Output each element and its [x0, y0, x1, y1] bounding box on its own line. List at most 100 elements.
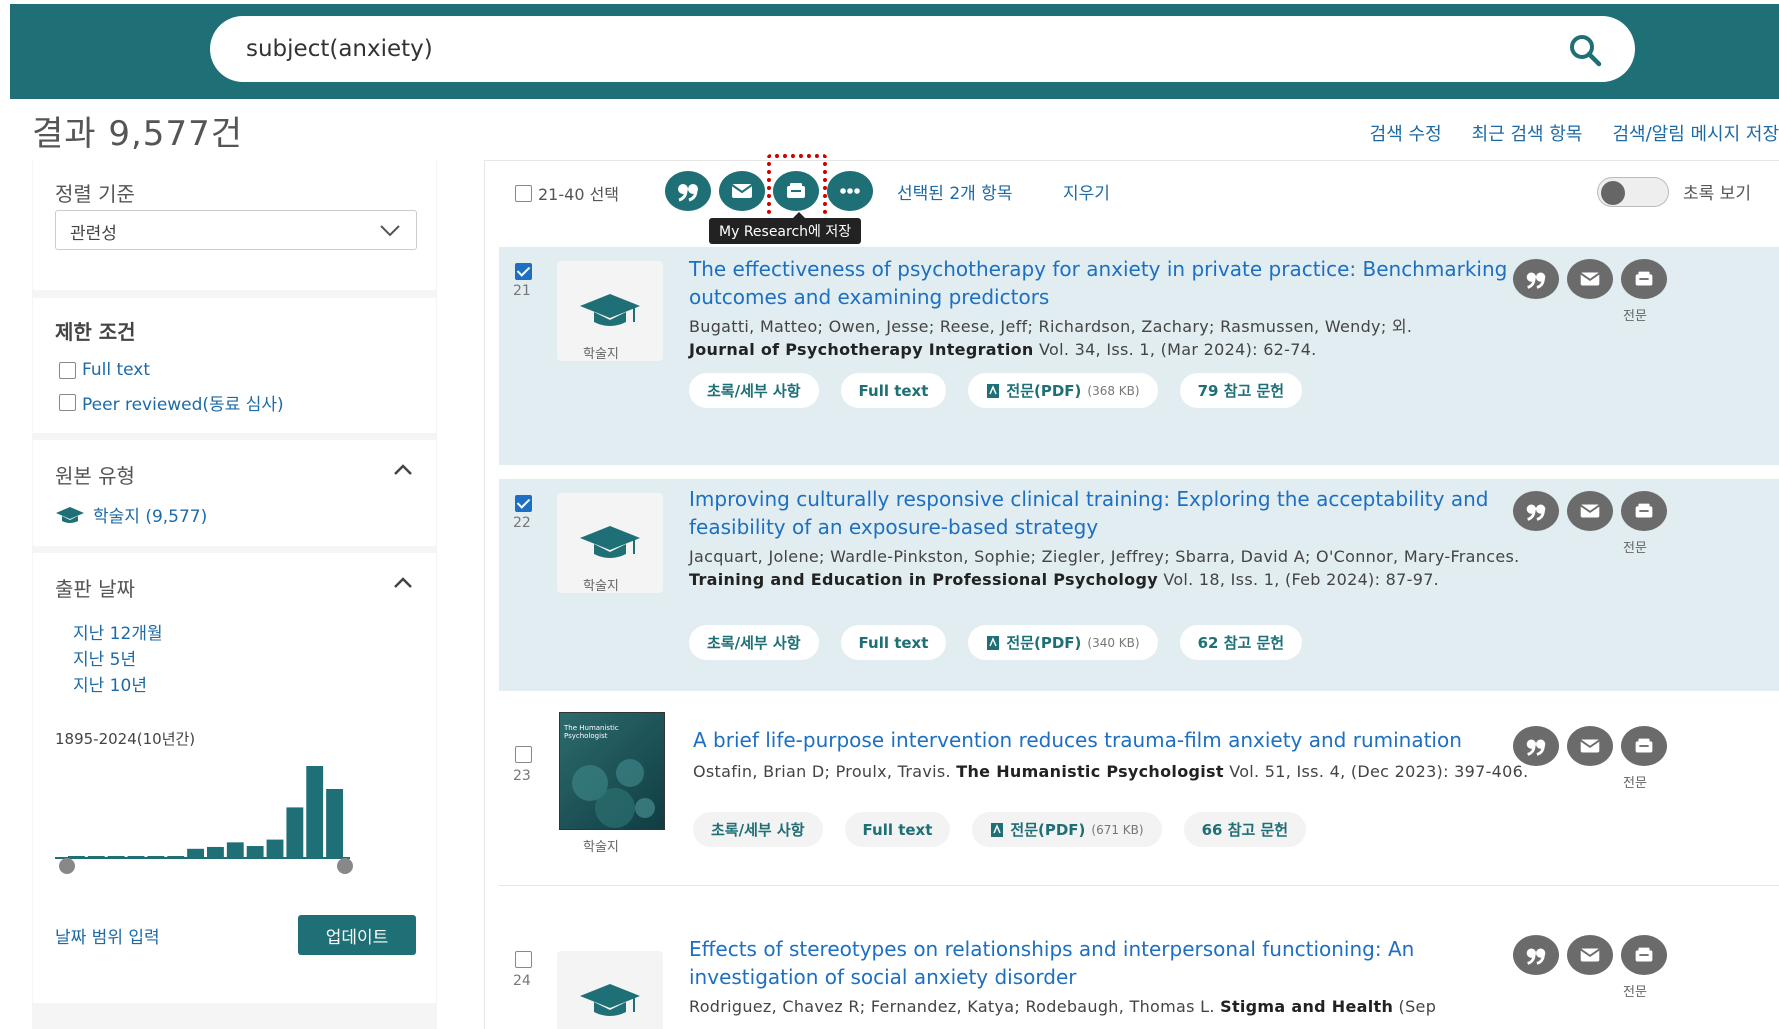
ellipsis-icon: [840, 188, 860, 194]
modify-search-link[interactable]: 검색 수정: [1370, 120, 1442, 146]
references-link[interactable]: 66 참고 문헌: [1183, 812, 1307, 847]
item-email-button[interactable]: [1567, 491, 1613, 531]
pdf-size: (671 KB): [1091, 822, 1144, 837]
range-end-handle[interactable]: [337, 858, 353, 874]
envelope-icon: [1580, 272, 1600, 286]
folder-save-icon: [1635, 271, 1653, 286]
select-range-checkbox[interactable]: [515, 184, 532, 202]
fulltext-tag: 전문: [1623, 985, 1647, 1000]
abstract-details-link[interactable]: 초록/세부 사항: [689, 373, 819, 408]
result-title[interactable]: Improving culturally responsive clinical…: [689, 485, 1509, 541]
histogram-bar: [147, 856, 165, 858]
item-save-button[interactable]: [1621, 935, 1667, 975]
pdf-link[interactable]: 전문(PDF) (671 KB): [972, 812, 1162, 847]
header-bar: [10, 4, 1779, 99]
limit-peer-reviewed[interactable]: Peer reviewed(동료 심사): [59, 390, 284, 415]
cite-button[interactable]: [665, 171, 711, 211]
item-cite-button[interactable]: [1513, 259, 1559, 299]
item-save-button[interactable]: [1621, 491, 1667, 531]
result-title[interactable]: Effects of stereotypes on relationships …: [689, 935, 1509, 991]
item-action-icons: [1513, 491, 1667, 531]
select-range-label: 21-40 선택: [538, 185, 620, 204]
results-toolbar: 21-40 선택 My Research에 저장 선택된 2개 항목 지우기 초…: [485, 154, 1779, 244]
source-type-journal[interactable]: 학술지 (9,577): [55, 502, 207, 527]
result-title[interactable]: The effectiveness of psychotherapy for a…: [689, 255, 1509, 311]
references-link[interactable]: 79 참고 문헌: [1179, 373, 1303, 408]
more-actions-button[interactable]: [827, 171, 873, 211]
item-cite-button[interactable]: [1513, 935, 1559, 975]
references-link[interactable]: 62 참고 문헌: [1179, 625, 1303, 660]
folder-save-icon: [1635, 503, 1653, 518]
chevron-up-icon[interactable]: [392, 462, 414, 478]
pdf-label: 전문(PDF): [1006, 634, 1082, 652]
result-journal: The Humanistic Psychologist: [956, 762, 1224, 781]
item-save-button[interactable]: [1621, 726, 1667, 766]
fulltext-link[interactable]: Full text: [844, 812, 951, 847]
result-checkbox[interactable]: [515, 263, 532, 280]
date-range-input-link[interactable]: 날짜 범위 입력: [55, 923, 160, 948]
date-histogram[interactable]: [55, 758, 375, 878]
search-box[interactable]: [210, 16, 1635, 82]
journal-thumbnail[interactable]: [557, 951, 663, 1029]
page: 결과 9,577건 검색 수정 최근 검색 항목 검색/알림 메시지 저장 정렬…: [0, 0, 1779, 1029]
item-action-icons: [1513, 935, 1667, 975]
results-panel: 21-40 선택 My Research에 저장 선택된 2개 항목 지우기 초…: [484, 154, 1779, 1029]
date-last-12-months[interactable]: 지난 12개월: [73, 619, 163, 644]
histogram-bar: [326, 789, 343, 858]
result-number: 22: [513, 515, 531, 531]
email-button[interactable]: [719, 171, 765, 211]
limit-peer-reviewed-checkbox[interactable]: [59, 394, 76, 411]
limit-fulltext-label: Full text: [82, 360, 151, 380]
recent-searches-link[interactable]: 최근 검색 항목: [1472, 120, 1583, 146]
result-journal: Journal of Psychotherapy Integration: [689, 340, 1034, 359]
selected-items-link[interactable]: 선택된 2개 항목: [897, 179, 1012, 204]
result-checkbox[interactable]: [515, 951, 532, 968]
histogram-bar: [187, 848, 204, 858]
clear-selection-link[interactable]: 지우기: [1063, 179, 1110, 204]
result-checkbox[interactable]: [515, 495, 532, 512]
item-cite-button[interactable]: [1513, 491, 1559, 531]
item-cite-button[interactable]: [1513, 726, 1559, 766]
save-search-alert-link[interactable]: 검색/알림 메시지 저장: [1612, 120, 1779, 146]
histogram-bar: [68, 856, 85, 858]
pdf-link[interactable]: 전문(PDF) (340 KB): [968, 625, 1158, 660]
pdf-label: 전문(PDF): [1006, 382, 1082, 400]
update-button[interactable]: 업데이트: [298, 915, 416, 955]
histogram-bar: [127, 856, 145, 858]
quote-icon: [1526, 504, 1546, 521]
envelope-icon: [731, 184, 753, 198]
fulltext-link[interactable]: Full text: [840, 625, 947, 660]
select-range[interactable]: 21-40 선택: [515, 181, 619, 205]
limit-peer-reviewed-label: Peer reviewed(동료 심사): [82, 395, 284, 415]
result-checkbox[interactable]: [515, 746, 532, 763]
date-last-5-years[interactable]: 지난 5년: [73, 645, 136, 670]
fulltext-link[interactable]: Full text: [840, 373, 947, 408]
range-start-handle[interactable]: [59, 858, 75, 874]
envelope-icon: [1580, 739, 1600, 753]
item-email-button[interactable]: [1567, 726, 1613, 766]
search-icon[interactable]: [1567, 32, 1603, 68]
item-email-button[interactable]: [1567, 935, 1613, 975]
date-last-10-years[interactable]: 지난 10년: [73, 671, 147, 696]
journal-cover-image[interactable]: The Humanistic Psychologist: [559, 712, 665, 830]
abstract-toggle[interactable]: [1597, 177, 1669, 207]
sort-select[interactable]: 관련성: [55, 210, 417, 250]
limit-section: 제한 조건 Full text Peer reviewed(동료 심사): [33, 298, 436, 433]
result-authors: Jacquart, Jolene; Wardle-Pinkston, Sophi…: [689, 547, 1520, 566]
toggle-knob: [1601, 181, 1625, 205]
item-save-button[interactable]: [1621, 259, 1667, 299]
result-citation: Rodriguez, Chavez R; Fernandez, Katya; R…: [689, 995, 1559, 1018]
abstract-details-link[interactable]: 초록/세부 사항: [693, 812, 823, 847]
abstract-toggle-label: 초록 보기: [1683, 184, 1751, 204]
pdf-link[interactable]: 전문(PDF) (368 KB): [968, 373, 1158, 408]
chevron-up-icon[interactable]: [392, 575, 414, 591]
limit-fulltext[interactable]: Full text: [59, 360, 150, 380]
date-range-label: 1895-2024(10년간): [55, 730, 196, 748]
histogram-bar: [87, 856, 105, 858]
abstract-details-link[interactable]: 초록/세부 사항: [689, 625, 819, 660]
limit-fulltext-checkbox[interactable]: [59, 361, 76, 379]
search-input[interactable]: [246, 30, 1546, 68]
item-email-button[interactable]: [1567, 259, 1613, 299]
result-title[interactable]: A brief life-purpose intervention reduce…: [693, 726, 1513, 754]
quote-icon: [1526, 272, 1546, 289]
